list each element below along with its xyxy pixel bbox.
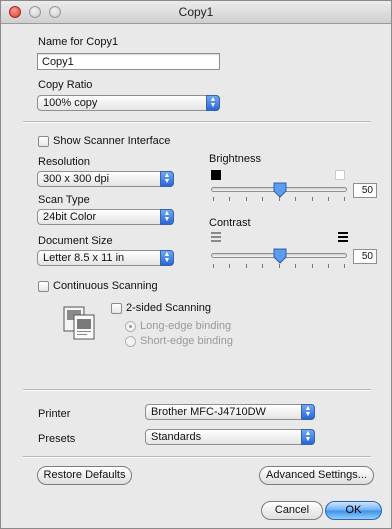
- contrast-slider-thumb[interactable]: [273, 248, 287, 264]
- presets-popup[interactable]: Standards ▲ ▼: [145, 429, 315, 445]
- updown-arrow-icon: ▲ ▼: [160, 209, 174, 225]
- long-edge-binding-radio[interactable]: [125, 321, 136, 332]
- name-field[interactable]: Copy1: [37, 53, 220, 70]
- brightness-slider-thumb[interactable]: [273, 182, 287, 198]
- copy-ratio-label: Copy Ratio: [38, 79, 93, 91]
- printer-popup[interactable]: Brother MFC-J4710DW ▲ ▼: [145, 404, 315, 420]
- updown-arrow-icon: ▲ ▼: [160, 171, 174, 187]
- copy-ratio-value: 100% copy: [43, 97, 98, 109]
- contrast-value-field[interactable]: 50: [353, 249, 377, 264]
- scan-type-value: 24bit Color: [43, 211, 97, 223]
- short-edge-binding-label: Short-edge binding: [140, 335, 233, 347]
- advanced-settings-button[interactable]: Advanced Settings...: [259, 466, 374, 485]
- scan-type-popup[interactable]: 24bit Color ▲ ▼: [37, 209, 174, 225]
- separator: [23, 121, 371, 123]
- resolution-popup[interactable]: 300 x 300 dpi ▲ ▼: [37, 171, 174, 187]
- document-size-value: Letter 8.5 x 11 in: [43, 252, 125, 264]
- light-swatch-icon: [335, 170, 345, 180]
- updown-arrow-icon: ▲ ▼: [301, 404, 315, 420]
- short-edge-binding-radio[interactable]: [125, 336, 136, 347]
- show-scanner-interface-checkbox[interactable]: [38, 136, 49, 147]
- continuous-scanning-checkbox[interactable]: [38, 281, 49, 292]
- show-scanner-interface-label: Show Scanner Interface: [53, 135, 171, 147]
- brightness-label: Brightness: [209, 153, 261, 165]
- long-edge-binding-label: Long-edge binding: [140, 320, 232, 332]
- copy-ratio-popup[interactable]: 100% copy ▲ ▼: [37, 95, 220, 111]
- scan-type-label: Scan Type: [38, 194, 90, 206]
- dark-swatch-icon: [211, 170, 221, 180]
- updown-arrow-icon: ▲ ▼: [206, 95, 220, 111]
- document-size-popup[interactable]: Letter 8.5 x 11 in ▲ ▼: [37, 250, 174, 266]
- high-contrast-icon: [338, 232, 348, 242]
- duplex-pages-icon: [63, 306, 95, 340]
- restore-defaults-button[interactable]: Restore Defaults: [37, 466, 132, 485]
- separator: [23, 389, 371, 391]
- printer-value: Brother MFC-J4710DW: [151, 406, 266, 418]
- presets-value: Standards: [151, 431, 202, 443]
- window-title: Copy1: [178, 5, 214, 19]
- ok-button[interactable]: OK: [325, 501, 382, 520]
- updown-arrow-icon: ▲ ▼: [301, 429, 315, 445]
- continuous-scanning-label: Continuous Scanning: [53, 280, 158, 292]
- copy-settings-window: Copy1 Name for Copy1 Copy1 Copy Ratio 10…: [0, 0, 392, 529]
- brightness-value-field[interactable]: 50: [353, 183, 377, 198]
- brightness-ticks: [211, 197, 347, 202]
- cancel-button[interactable]: Cancel: [261, 501, 323, 520]
- resolution-label: Resolution: [38, 156, 90, 168]
- title-bar: Copy1: [1, 1, 391, 24]
- two-sided-scanning-label: 2-sided Scanning: [126, 302, 212, 314]
- two-sided-scanning-checkbox[interactable]: [111, 303, 122, 314]
- contrast-ticks: [211, 264, 347, 269]
- presets-label: Presets: [38, 433, 76, 445]
- updown-arrow-icon: ▲ ▼: [160, 250, 174, 266]
- printer-label: Printer: [38, 408, 71, 420]
- document-size-label: Document Size: [38, 235, 113, 247]
- resolution-value: 300 x 300 dpi: [43, 173, 110, 185]
- contrast-label: Contrast: [209, 217, 251, 229]
- name-label: Name for Copy1: [38, 36, 119, 48]
- separator: [23, 456, 371, 458]
- low-contrast-icon: [211, 232, 221, 242]
